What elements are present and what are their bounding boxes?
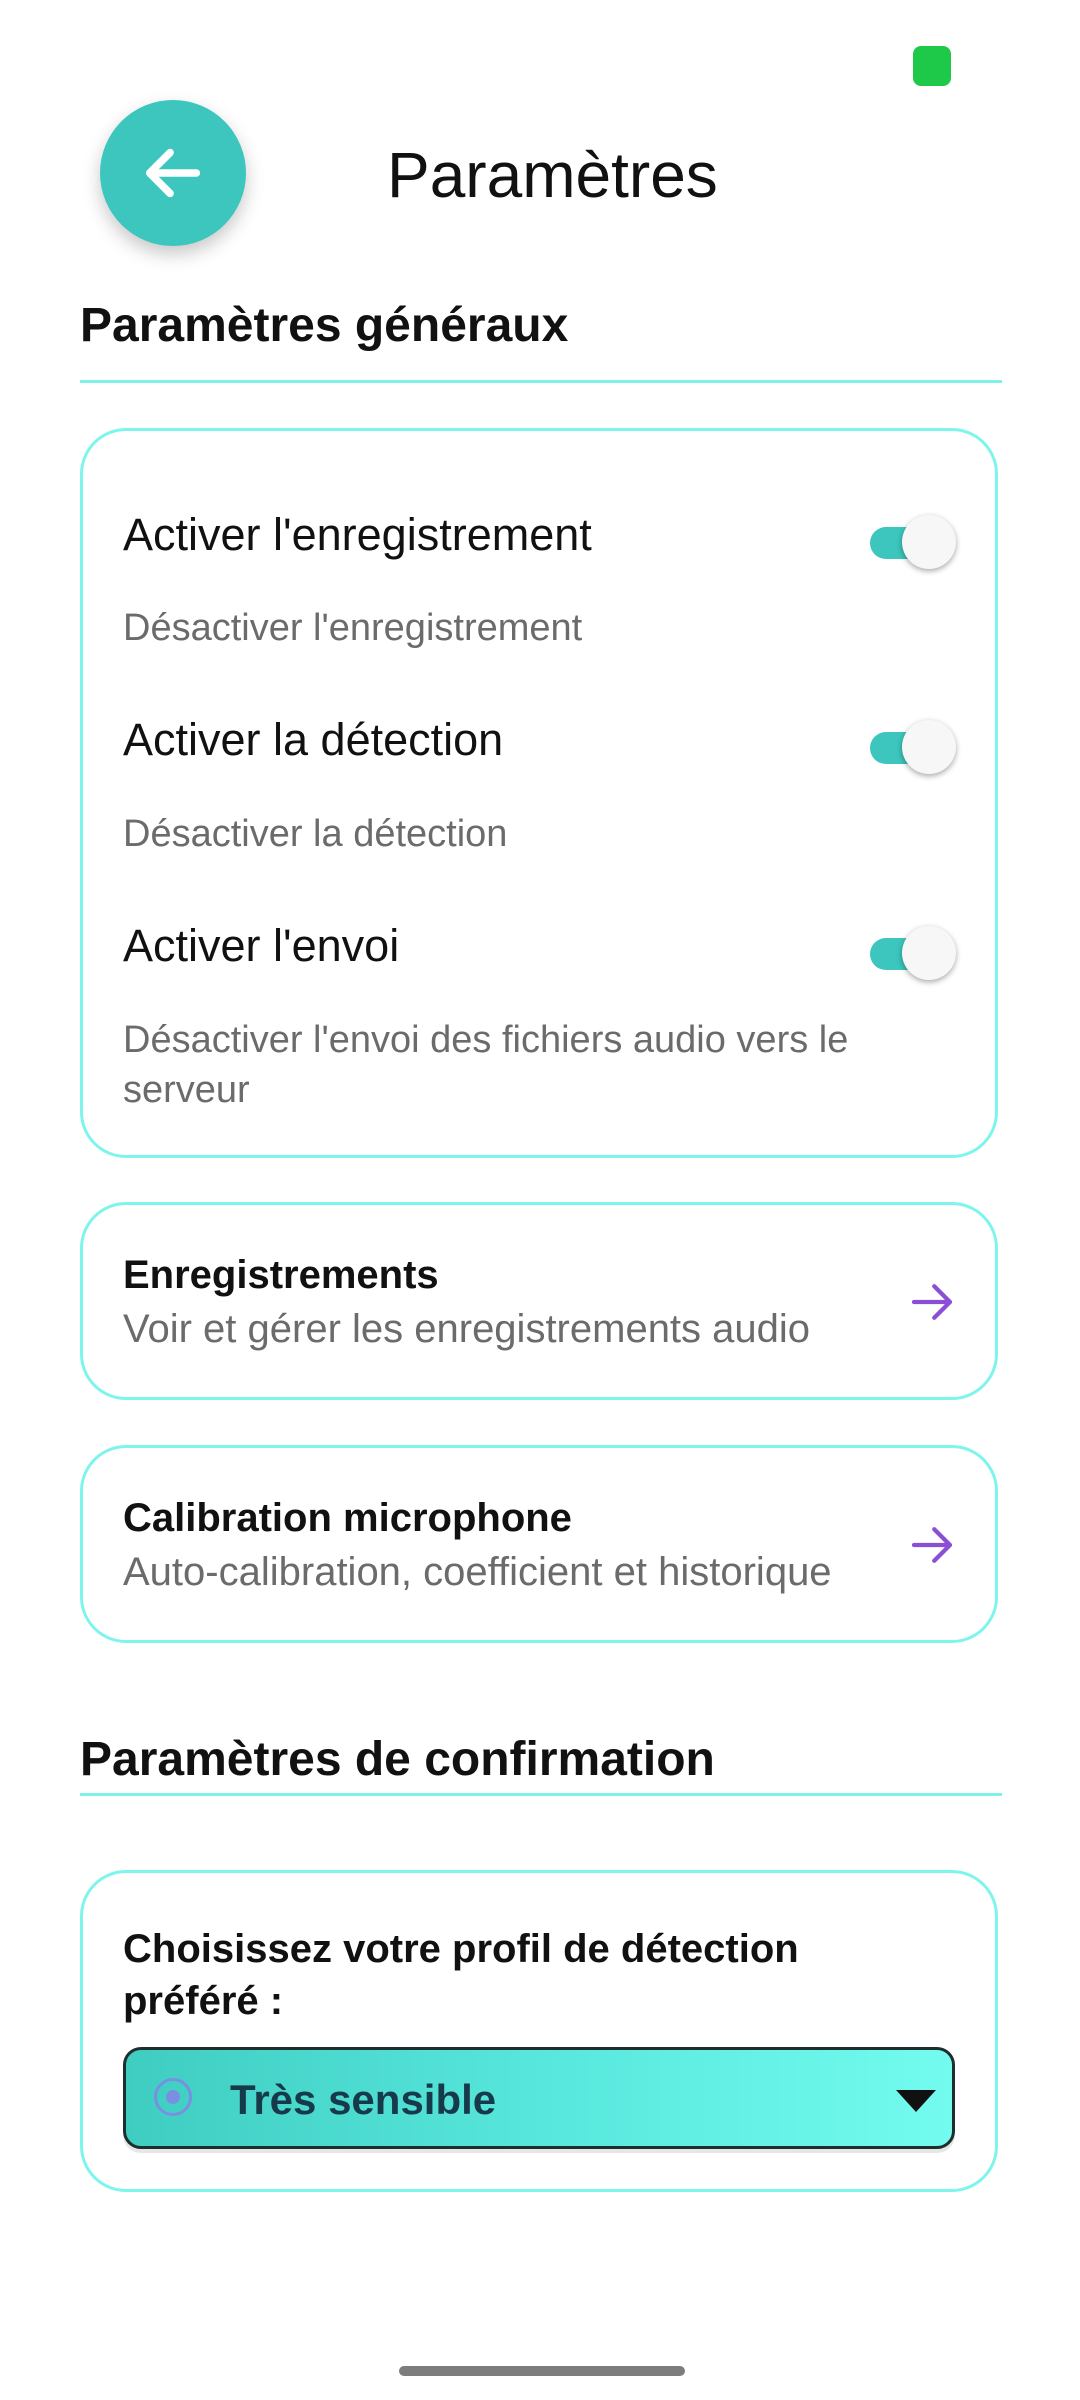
arrow-right-icon [911, 1284, 953, 1320]
recordings-card-subtitle: Voir et gérer les enregistrements audio [123, 1307, 811, 1351]
calibration-card-title: Calibration microphone [123, 1496, 572, 1540]
upload-toggle-label: Activer l'envoi [123, 920, 400, 971]
section-divider [80, 380, 1002, 383]
detection-toggle-label: Activer la détection [123, 714, 504, 765]
detection-toggle-description: Désactiver la détection [123, 813, 508, 855]
selected-profile-value: Très sensible [230, 2076, 497, 2123]
toggle-thumb [902, 720, 956, 774]
arrow-right-icon [911, 1527, 953, 1563]
caret-down-icon [896, 2090, 936, 2112]
recordings-card-title: Enregistrements [123, 1253, 439, 1297]
home-indicator[interactable] [399, 2366, 685, 2376]
microphone-calibration-card[interactable]: Calibration microphone Auto-calibration,… [80, 1445, 998, 1643]
section-title-general: Paramètres généraux [80, 299, 569, 352]
section-title-confirmation: Paramètres de confirmation [80, 1733, 715, 1786]
status-indicator [913, 46, 951, 86]
detection-profile-prompt: Choisissez votre profil de détection pré… [123, 1927, 799, 2023]
section-divider [80, 1793, 1002, 1796]
detection-toggle[interactable] [870, 718, 956, 774]
recording-toggle-description: Désactiver l'enregistrement [123, 607, 583, 649]
page-title: Paramètres [387, 139, 718, 211]
arrow-left-icon [145, 148, 201, 198]
recording-toggle-label: Activer l'enregistrement [123, 509, 592, 560]
general-settings-card: Activer l'enregistrement Désactiver l'en… [80, 428, 998, 1158]
upload-toggle-description: Désactiver l'envoi des fichiers audio ve… [123, 1019, 849, 1111]
toggle-thumb [902, 926, 956, 980]
radio-selected-icon [154, 2078, 192, 2116]
recordings-card[interactable]: Enregistrements Voir et gérer les enregi… [80, 1202, 998, 1400]
recording-toggle[interactable] [870, 513, 956, 569]
upload-toggle[interactable] [870, 924, 956, 980]
detection-profile-card: Choisissez votre profil de détection pré… [80, 1870, 998, 2192]
back-button[interactable] [100, 100, 246, 246]
calibration-card-subtitle: Auto-calibration, coefficient et histori… [123, 1550, 832, 1594]
detection-profile-dropdown[interactable]: Très sensible [123, 2047, 955, 2149]
toggle-thumb [902, 515, 956, 569]
